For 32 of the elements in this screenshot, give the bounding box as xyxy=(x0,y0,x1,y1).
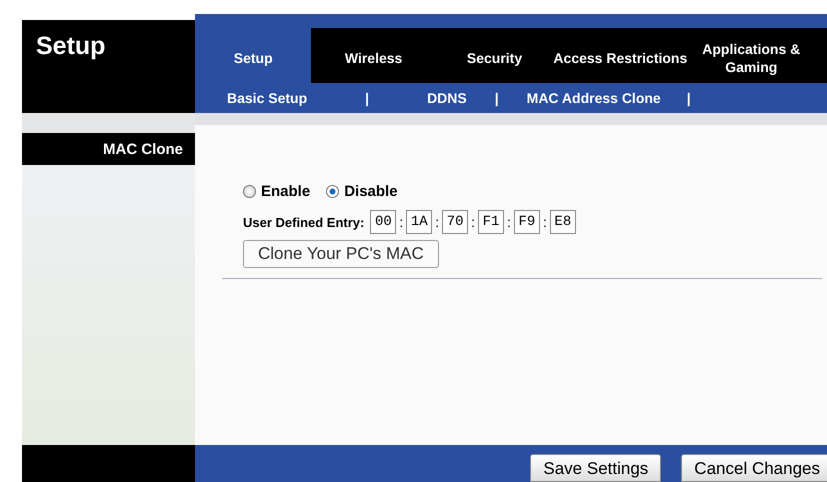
radio-button[interactable] xyxy=(326,185,340,198)
nav-tab[interactable]: Security xyxy=(436,28,554,83)
subnav-separator: | xyxy=(686,90,691,106)
section-title: MAC Clone xyxy=(103,140,183,158)
subnav-link[interactable]: Basic Setup xyxy=(227,90,308,106)
nav-tab[interactable]: Access Restrictions xyxy=(553,28,688,83)
footer-button[interactable]: Save Settings xyxy=(530,454,662,482)
colon-separator: : xyxy=(399,214,404,230)
clone-mac-button[interactable]: Clone Your PC's MAC xyxy=(243,240,439,268)
colon-separator: : xyxy=(542,214,547,230)
subnav-separator: | xyxy=(494,90,499,106)
mac-octet-field[interactable]: F9 xyxy=(514,210,540,234)
subnav-link[interactable]: MAC Address Clone xyxy=(526,90,661,106)
footer-button[interactable]: Cancel Changes xyxy=(681,454,827,482)
mac-octet-field[interactable]: F1 xyxy=(478,210,504,234)
mac-octet-field[interactable]: 00 xyxy=(370,210,396,234)
page-title: Setup xyxy=(36,32,106,60)
colon-separator: : xyxy=(435,214,440,230)
subnav-separator: | xyxy=(365,90,370,106)
entry-label: User Defined Entry: xyxy=(243,214,364,230)
colon-separator: : xyxy=(507,214,511,230)
nav-tab[interactable]: Wireless xyxy=(311,28,436,83)
radio-label: Disable xyxy=(344,183,398,200)
radio-label: Enable xyxy=(261,183,310,200)
nav-tab[interactable]: Setup xyxy=(195,28,312,83)
mac-octet-field[interactable]: 70 xyxy=(442,210,468,234)
radio-button[interactable] xyxy=(243,185,256,198)
subnav-link[interactable]: DDNS xyxy=(427,90,467,106)
colon-separator: : xyxy=(471,214,476,230)
nav-tab[interactable]: Applications & Gaming xyxy=(688,28,827,83)
mac-octet-field[interactable]: 1A xyxy=(406,210,432,234)
mac-octet-field[interactable]: E8 xyxy=(550,210,576,234)
